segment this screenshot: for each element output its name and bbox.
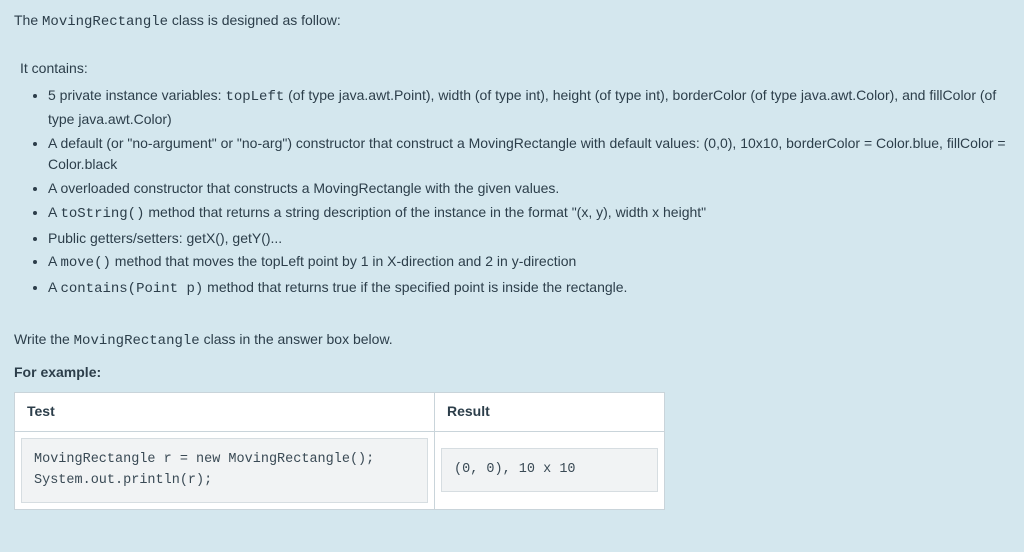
spec-item: Public getters/setters: getX(), getY()..… <box>48 228 1010 250</box>
code-span: move() <box>60 255 110 271</box>
result-code: (0, 0), 10 x 10 <box>441 448 658 492</box>
intro-suffix: class is designed as follow: <box>168 12 341 28</box>
code-span: toString() <box>60 206 144 222</box>
spec-item: A contains(Point p) method that returns … <box>48 277 1010 301</box>
spec-item: A overloaded constructor that constructs… <box>48 178 1010 200</box>
spec-item: A default (or "no-argument" or "no-arg")… <box>48 133 1010 176</box>
text-span: method that returns a string description… <box>144 204 706 220</box>
spec-item: A toString() method that returns a strin… <box>48 202 1010 226</box>
write-prefix: Write the <box>14 331 74 347</box>
table-row: MovingRectangle r = new MovingRectangle(… <box>15 431 665 509</box>
text-span: method that moves the topLeft point by 1… <box>111 253 576 269</box>
write-line: Write the MovingRectangle class in the a… <box>14 329 1010 353</box>
spec-item: 5 private instance variables: topLeft (o… <box>48 85 1010 130</box>
contains-label: It contains: <box>20 58 1010 80</box>
text-span: A default (or "no-argument" or "no-arg")… <box>48 135 1006 173</box>
intro-line: The MovingRectangle class is designed as… <box>14 10 1010 34</box>
text-span: Public getters/setters: getX(), getY()..… <box>48 230 282 246</box>
code-span: topLeft <box>225 89 284 105</box>
write-classname: MovingRectangle <box>74 333 200 349</box>
text-span: A <box>48 279 60 295</box>
text-span: method that returns true if the specifie… <box>203 279 627 295</box>
table-header-result: Result <box>435 392 665 431</box>
write-suffix: class in the answer box below. <box>200 331 393 347</box>
example-table-body: MovingRectangle r = new MovingRectangle(… <box>15 431 665 509</box>
test-code: MovingRectangle r = new MovingRectangle(… <box>21 438 428 503</box>
intro-prefix: The <box>14 12 42 28</box>
spec-item: A move() method that moves the topLeft p… <box>48 251 1010 275</box>
text-span: 5 private instance variables: <box>48 87 225 103</box>
intro-classname: MovingRectangle <box>42 14 168 30</box>
text-span: A <box>48 253 60 269</box>
spec-list: 5 private instance variables: topLeft (o… <box>32 85 1010 300</box>
for-example-label: For example: <box>14 362 1010 384</box>
example-table: Test Result MovingRectangle r = new Movi… <box>14 392 665 510</box>
text-span: A <box>48 204 60 220</box>
table-header-test: Test <box>15 392 435 431</box>
text-span: A overloaded constructor that constructs… <box>48 180 559 196</box>
code-span: contains(Point p) <box>60 281 203 297</box>
